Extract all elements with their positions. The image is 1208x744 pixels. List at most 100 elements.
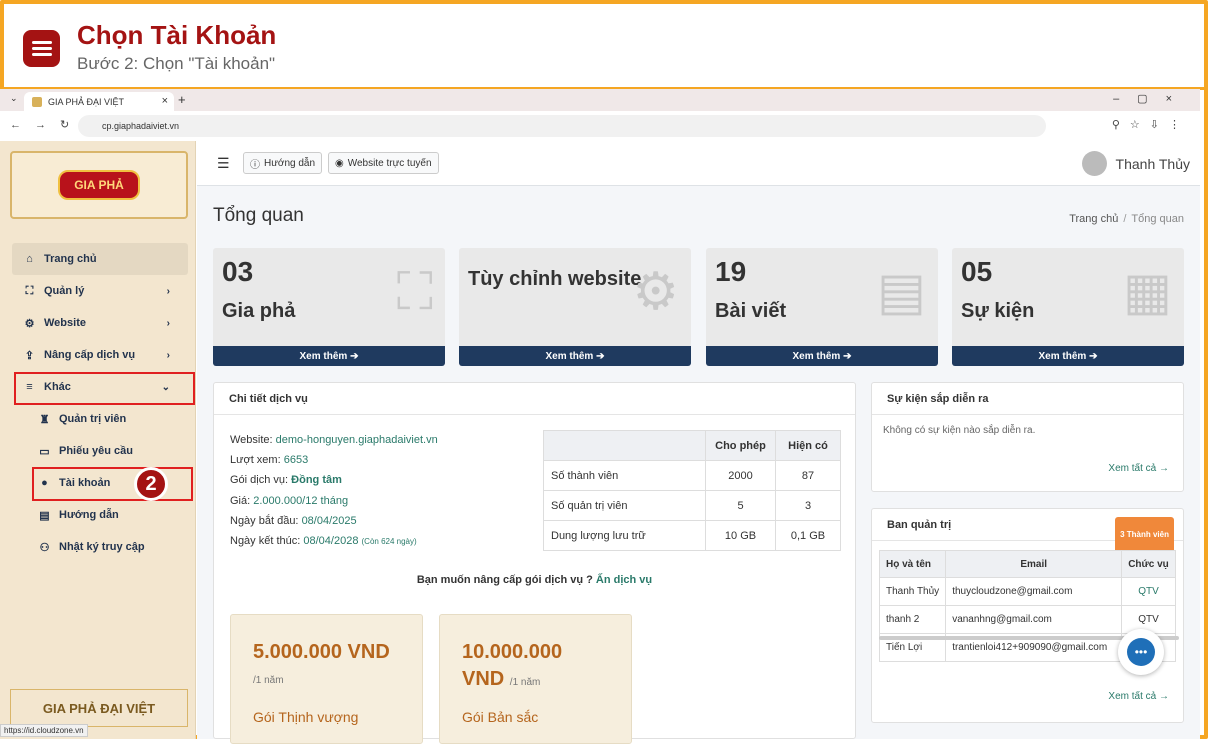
sidebar-item-label: Website xyxy=(44,317,86,329)
sidebar-item-label: Nhật ký truy cập xyxy=(59,541,145,553)
nav-buttons-icon[interactable]: ←→↻ xyxy=(10,118,83,131)
stat-box-genealogy: 03 Gia phả ⛶ Xem thêm ➔ xyxy=(213,248,445,366)
package-name: Gói Bản sắc xyxy=(462,709,539,725)
sidebar-logo[interactable]: GIA PHẢ xyxy=(10,151,188,219)
events-card: Sự kiện sắp diễn ra Không có sự kiện nào… xyxy=(871,382,1184,492)
top-navbar: ☰ ⓘ Hướng dẫn ◉ Website trực tuyến Thanh T… xyxy=(197,141,1200,186)
users-icon: ⚇ xyxy=(39,541,50,554)
info-label: Ngày kết thúc: xyxy=(230,535,301,548)
upgrade-icon: ⇪ xyxy=(24,349,35,362)
sidebar-item-upgrade[interactable]: ⇪ Nâng cấp dịch vụ › xyxy=(12,339,188,371)
newspaper-icon: ▤ xyxy=(876,263,926,321)
plan-value: Đồng tâm xyxy=(291,474,342,487)
main-content: ☰ ⓘ Hướng dẫn ◉ Website trực tuyến Thanh T… xyxy=(197,141,1200,744)
file-icon: ▤ xyxy=(39,509,50,522)
guide-button[interactable]: ⓘ Hướng dẫn xyxy=(243,152,323,174)
see-more-label: Xem thêm xyxy=(545,350,594,362)
tab-list-icon[interactable]: ⌄ xyxy=(10,93,18,104)
see-all-label: Xem tất cả xyxy=(1108,463,1157,474)
sidebar-item-label: Phiếu yêu cầu xyxy=(59,445,133,457)
see-all-events-link[interactable]: Xem tất cả → xyxy=(1108,463,1169,474)
chat-icon: ••• xyxy=(1127,638,1155,666)
sidebar-item-label: Trang chủ xyxy=(44,253,97,265)
page-title: Tổng quan xyxy=(213,205,304,226)
table-cell: 87 xyxy=(775,460,841,491)
new-tab-icon[interactable]: + xyxy=(178,92,186,107)
service-detail-card: Chi tiết dịch vụ Website: demo-honguyen.… xyxy=(213,382,856,744)
sidebar-item-tickets[interactable]: ▭ Phiếu yêu cầu xyxy=(12,435,188,467)
table-row: thanh 2 vananhng@gmail.com QTV xyxy=(878,605,1176,634)
breadcrumb-home[interactable]: Trang chủ xyxy=(1069,213,1118,225)
info-label: Gói dịch vụ: xyxy=(230,474,289,487)
calendar-icon: ▦ xyxy=(1122,263,1172,321)
sidebar-item-access-log[interactable]: ⚇ Nhật ký truy cập xyxy=(12,531,188,563)
sidebar-item-label: Quản trị viên xyxy=(59,413,127,425)
chat-support-button[interactable]: ••• xyxy=(1118,629,1164,675)
package-name: Gói Thịnh vượng xyxy=(253,709,359,725)
info-label: Ngày bắt đầu: xyxy=(230,514,299,527)
sidebar-item-admins[interactable]: ♜ Quản trị viên xyxy=(12,403,188,435)
sidebar-item-label: Hướng dẫn xyxy=(59,509,119,521)
upgrade-link[interactable]: Ấn dịch vụ xyxy=(596,574,652,586)
table-cell: 3 xyxy=(775,490,841,521)
sidebar-item-guide[interactable]: ▤ Hướng dẫn xyxy=(12,499,188,531)
guide-label: Hướng dẫn xyxy=(264,157,316,169)
package-card[interactable]: 10.000.000 VND /1 năm Gói Bản sắc xyxy=(439,614,632,744)
see-all-admins-link[interactable]: Xem tất cả → xyxy=(1108,691,1169,702)
banner-subtitle: Bước 2: Chọn "Tài khoản" xyxy=(77,54,276,73)
table-cell: thanh 2 xyxy=(878,605,947,634)
sidebar-item-website[interactable]: ⚙ Website › xyxy=(12,307,188,339)
table-cell: 10 GB xyxy=(705,520,776,551)
package-card[interactable]: 5.000.000 VND /1 năm Gói Thịnh vượng xyxy=(230,614,423,744)
see-more-button[interactable]: Xem thêm ➔ xyxy=(706,346,938,366)
browser-chrome: ⌄ GIA PHẢ ĐẠI VIỆT × + –▢× ←→↻ cp.giapha… xyxy=(0,89,1200,141)
see-more-label: Xem thêm xyxy=(792,350,841,362)
sidebar-item-manage[interactable]: ⛶ Quản lý › xyxy=(12,275,188,307)
stat-box-customize: Tùy chỉnh website ⚙ Xem thêm ➔ xyxy=(459,248,691,366)
sitemap-icon: ⛶ xyxy=(25,284,34,297)
website-link[interactable]: demo-honguyen.giaphadaiviet.vn xyxy=(276,434,438,446)
info-label: Lượt xem: xyxy=(230,454,281,467)
user-menu[interactable]: Thanh Thủy xyxy=(1081,151,1190,176)
see-more-button[interactable]: Xem thêm ➔ xyxy=(213,346,445,366)
sitemap-icon: ⛶ xyxy=(396,263,433,321)
stat-box-events: 05 Sự kiện ▦ Xem thêm ➔ xyxy=(952,248,1184,366)
package-period: /1 năm xyxy=(253,675,284,686)
table-header: Chức vụ xyxy=(1121,550,1176,578)
sidebar-item-label: Quản lý xyxy=(44,285,85,297)
logo-text: GIA PHẢ xyxy=(58,170,140,200)
member-count-badge: 3 Thành viên xyxy=(1115,517,1174,553)
hamburger-icon[interactable]: ☰ xyxy=(217,155,230,172)
home-icon: ⌂ xyxy=(26,253,33,265)
see-more-button[interactable]: Xem thêm ➔ xyxy=(459,346,691,366)
see-more-label: Xem thêm xyxy=(299,350,348,362)
table-cell: Thanh Thủy xyxy=(878,577,947,606)
info-icon: ⓘ xyxy=(250,159,260,171)
window-controls[interactable]: –▢× xyxy=(1113,92,1190,105)
status-url: https://id.cloudzone.vn xyxy=(0,724,88,737)
price-value: 2.000.000/12 tháng xyxy=(253,494,349,507)
stat-label: Sự kiện xyxy=(961,300,1035,322)
chevron-right-icon: › xyxy=(166,285,170,297)
table-cell: QTV xyxy=(1121,577,1176,606)
highlight-box-other xyxy=(14,372,195,405)
remaining-days: (Còn 624 ngày) xyxy=(361,537,417,547)
nav-bar: ←→↻ cp.giaphadaiviet.vn ⚲☆⇩⋮ xyxy=(0,111,1200,141)
highlight-box-account xyxy=(32,467,193,501)
favicon-icon xyxy=(32,96,42,107)
address-bar[interactable]: cp.giaphadaiviet.vn xyxy=(78,115,1046,137)
breadcrumb: Trang chủ / Tổng quan xyxy=(1069,213,1184,225)
browser-tab[interactable]: GIA PHẢ ĐẠI VIỆT × xyxy=(24,92,174,111)
card-header: Sự kiện sắp diễn ra xyxy=(872,383,1183,415)
website-label: Website trực tuyến xyxy=(347,157,432,169)
package-price-value: 10.000.000 xyxy=(462,641,563,663)
sidebar-item-home[interactable]: ⌂ Trang chủ xyxy=(12,243,188,275)
website-online-button[interactable]: ◉ Website trực tuyến xyxy=(328,152,439,174)
see-more-label: Xem thêm xyxy=(1038,350,1087,362)
extension-icons[interactable]: ⚲☆⇩⋮ xyxy=(1112,118,1190,131)
quota-table: Cho phép Hiện có Số thành viên 2000 87 Số q… xyxy=(543,430,841,551)
banner-title: Chọn Tài Khoản xyxy=(77,20,277,50)
see-more-button[interactable]: Xem thêm ➔ xyxy=(952,346,1184,366)
stat-number: 19 xyxy=(715,256,747,287)
close-tab-icon[interactable]: × xyxy=(162,95,168,107)
